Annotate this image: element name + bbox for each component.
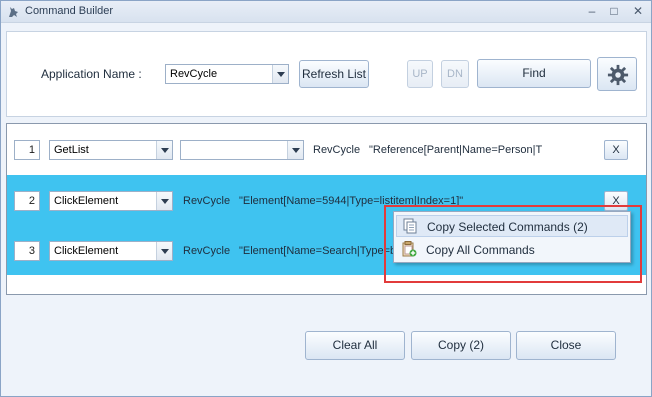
row-index: 2 (14, 191, 40, 211)
application-name-label: Application Name : (41, 67, 142, 81)
maximize-icon[interactable]: □ (605, 3, 623, 19)
move-down-button[interactable]: DN (441, 60, 469, 88)
menu-item-copy-all[interactable]: Copy All Commands (396, 239, 628, 261)
command-select-value: ClickElement (54, 245, 119, 257)
app-icon (9, 7, 18, 17)
menu-item-label: Copy Selected Commands (2) (427, 220, 588, 234)
top-panel: Application Name : RevCycle Refresh List… (6, 31, 647, 117)
application-select-value: RevCycle (170, 68, 218, 80)
row-index: 1 (14, 140, 40, 160)
refresh-list-button[interactable]: Refresh List (299, 60, 369, 88)
row-target: "Reference[Parent|Name=Person|T (369, 144, 543, 156)
find-button[interactable]: Find (477, 59, 591, 88)
minimize-icon[interactable]: – (583, 3, 601, 19)
close-button[interactable]: Close (516, 331, 616, 360)
application-select[interactable]: RevCycle (165, 64, 289, 84)
command-select[interactable]: ClickElement (49, 191, 173, 211)
row-index: 3 (14, 241, 40, 261)
chevron-down-icon[interactable] (156, 141, 172, 159)
menu-item-copy-selected[interactable]: Copy Selected Commands (2) (396, 215, 628, 237)
row-app: RevCycle (313, 144, 361, 156)
clipboard-add-icon (402, 241, 417, 257)
settings-button[interactable] (597, 57, 637, 91)
chevron-down-icon[interactable] (272, 65, 288, 83)
title-bar: Command Builder – □ ✕ (1, 1, 651, 23)
row-app: RevCycle (183, 245, 231, 257)
move-up-button[interactable]: UP (407, 60, 433, 88)
gear-icon (607, 64, 629, 86)
chevron-down-icon[interactable] (287, 141, 303, 159)
command-builder-window: Command Builder – □ ✕ Application Name :… (0, 0, 652, 397)
row-app: RevCycle (183, 195, 231, 207)
copy-icon (403, 218, 417, 234)
command-select[interactable]: ClickElement (49, 241, 173, 261)
remove-row-button[interactable]: X (604, 140, 628, 160)
command-select[interactable]: GetList (49, 140, 173, 160)
command-select-value: ClickElement (54, 195, 119, 207)
command-select-value: GetList (54, 144, 89, 156)
chevron-down-icon[interactable] (156, 192, 172, 210)
chevron-down-icon[interactable] (156, 242, 172, 260)
close-window-icon[interactable]: ✕ (629, 3, 647, 19)
menu-item-label: Copy All Commands (426, 243, 535, 257)
command-row[interactable]: 1 GetList RevCycle "Reference[Parent|Nam… (7, 124, 646, 174)
secondary-select[interactable] (180, 140, 304, 160)
row-target: "Element[Name=Search|Type=b (239, 245, 397, 257)
clear-all-button[interactable]: Clear All (305, 331, 405, 360)
copy-button[interactable]: Copy (2) (411, 331, 511, 360)
context-menu: Copy Selected Commands (2) Copy All Comm… (393, 211, 631, 263)
window-title: Command Builder (25, 5, 114, 17)
